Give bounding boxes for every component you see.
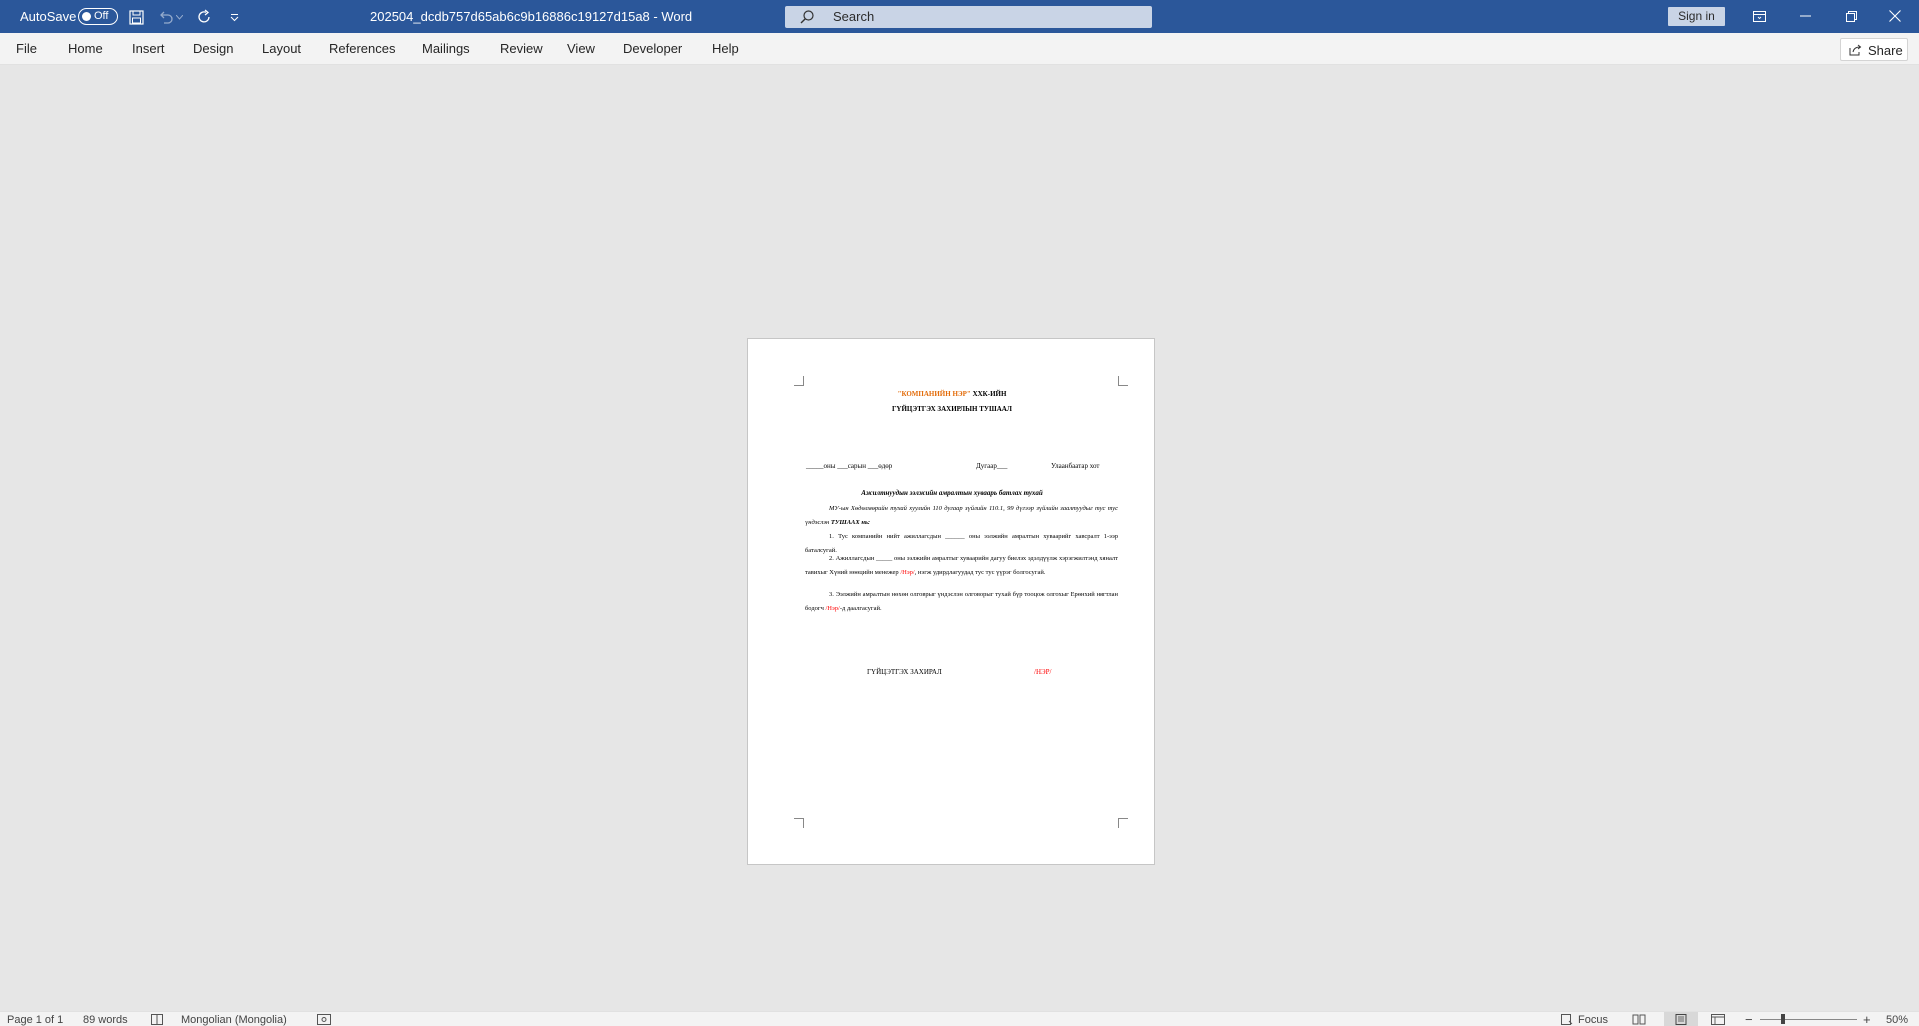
signature-title: ГҮЙЦЭТГЭХ ЗАХИРАЛ <box>867 668 942 676</box>
share-icon <box>1849 44 1862 56</box>
margin-mark-top-left <box>794 376 804 386</box>
title-bar: AutoSave Off 202504_dcdb757d65ab6c9b1688… <box>0 0 1919 33</box>
read-mode-icon[interactable] <box>1632 1014 1646 1026</box>
tab-layout[interactable]: Layout <box>262 41 301 56</box>
redo-icon[interactable] <box>195 7 215 27</box>
undo-dropdown-icon[interactable] <box>174 7 184 27</box>
print-layout-icon[interactable] <box>1664 1012 1698 1026</box>
header-line-2: ГҮЙЦЭТГЭХ ЗАХИРЛЫН ТУШААЛ <box>891 405 1013 413</box>
zoom-out-icon[interactable]: − <box>1745 1012 1753 1026</box>
item2-text-b: , нэгж удирдлагуудад тус тус үүрэг болго… <box>914 569 1046 576</box>
tab-file[interactable]: File <box>16 41 37 56</box>
status-bar: Page 1 of 1 89 words Mongolian (Mongolia… <box>0 1011 1919 1026</box>
preamble-order: ТУШААХ нь: <box>830 519 871 526</box>
word-count[interactable]: 89 words <box>83 1014 128 1026</box>
margin-mark-top-right <box>1118 376 1128 386</box>
accessibility-icon[interactable] <box>317 1014 331 1026</box>
ribbon-tabs: File Home Insert Design Layout Reference… <box>0 33 1919 65</box>
signature-name: /НЭР/ <box>1034 668 1052 676</box>
toggle-knob <box>82 11 91 21</box>
web-layout-icon[interactable] <box>1711 1014 1725 1026</box>
share-button[interactable]: Share <box>1840 38 1908 61</box>
share-label: Share <box>1868 43 1903 58</box>
document-page[interactable]: "КОМПАНИЙН НЭР" ХХК-ИЙН ГҮЙЦЭТГЭХ ЗАХИРЛ… <box>747 338 1155 865</box>
date-line: _____оны ___сарын ___өдөр <box>806 462 893 470</box>
item3-text-b: -д даалгасугай. <box>839 605 882 612</box>
tab-insert[interactable]: Insert <box>132 41 165 56</box>
zoom-slider-thumb[interactable] <box>1781 1014 1785 1024</box>
undo-icon[interactable] <box>156 7 176 27</box>
ribbon-display-options-icon[interactable] <box>1744 5 1774 27</box>
restore-icon[interactable] <box>1836 5 1866 27</box>
preamble-paragraph: МУ-ын Хөдөлмөрийн тухай хуулийн 110 дуга… <box>805 502 1118 530</box>
save-icon[interactable] <box>126 7 146 27</box>
autosave-label: AutoSave <box>20 9 77 24</box>
minimize-icon[interactable] <box>1790 5 1820 27</box>
company-name: "КОМПАНИЙН НЭР" <box>897 390 971 398</box>
number-line: Дугаар___ <box>976 462 1008 470</box>
focus-label[interactable]: Focus <box>1578 1014 1608 1026</box>
margin-mark-bottom-right <box>1118 818 1128 828</box>
customize-toolbar-icon[interactable] <box>224 7 244 27</box>
page-count[interactable]: Page 1 of 1 <box>7 1014 63 1026</box>
tab-review[interactable]: Review <box>500 41 543 56</box>
autosave-toggle[interactable]: Off <box>78 8 118 25</box>
tab-view[interactable]: View <box>567 41 595 56</box>
document-title: 202504_dcdb757d65ab6c9b16886c19127d15a8 … <box>370 9 693 24</box>
autosave-state: Off <box>94 10 109 22</box>
order-item-2: 2. Ажиллагсдын _____ оны ээлжийн амралты… <box>805 552 1118 580</box>
company-suffix: ХХК-ИЙН <box>970 390 1007 398</box>
search-icon <box>799 9 815 30</box>
order-item-3: 3. Ээлжийн амралтын нөхөн олговрыг үндэс… <box>805 588 1118 616</box>
focus-icon[interactable] <box>1561 1014 1573 1026</box>
close-icon[interactable] <box>1880 5 1910 27</box>
zoom-slider-track[interactable] <box>1760 1019 1857 1020</box>
header-line-1: "КОМПАНИЙН НЭР" ХХК-ИЙН <box>748 390 1156 398</box>
tab-references[interactable]: References <box>329 41 395 56</box>
tab-design[interactable]: Design <box>193 41 233 56</box>
search-box[interactable]: Search <box>785 6 1152 28</box>
tab-home[interactable]: Home <box>68 41 103 56</box>
margin-mark-bottom-left <box>794 818 804 828</box>
city-line: Улаанбаатар хот <box>1051 462 1100 470</box>
order-subject: Ажилтнуудын ээлжийн амралтын хуваарь бат… <box>861 489 1043 497</box>
proofing-icon[interactable] <box>151 1014 163 1026</box>
search-placeholder: Search <box>833 9 875 24</box>
language-indicator[interactable]: Mongolian (Mongolia) <box>181 1014 287 1026</box>
tab-developer[interactable]: Developer <box>623 41 682 56</box>
item2-name: /Нэр/ <box>900 569 915 576</box>
sign-in-button[interactable]: Sign in <box>1668 7 1725 26</box>
item3-name: /Нэр/ <box>825 605 840 612</box>
tab-help[interactable]: Help <box>712 41 739 56</box>
zoom-level[interactable]: 50% <box>1886 1014 1908 1026</box>
tab-mailings[interactable]: Mailings <box>422 41 470 56</box>
zoom-in-icon[interactable]: + <box>1863 1012 1871 1026</box>
document-canvas[interactable]: "КОМПАНИЙН НЭР" ХХК-ИЙН ГҮЙЦЭТГЭХ ЗАХИРЛ… <box>0 65 1919 1011</box>
